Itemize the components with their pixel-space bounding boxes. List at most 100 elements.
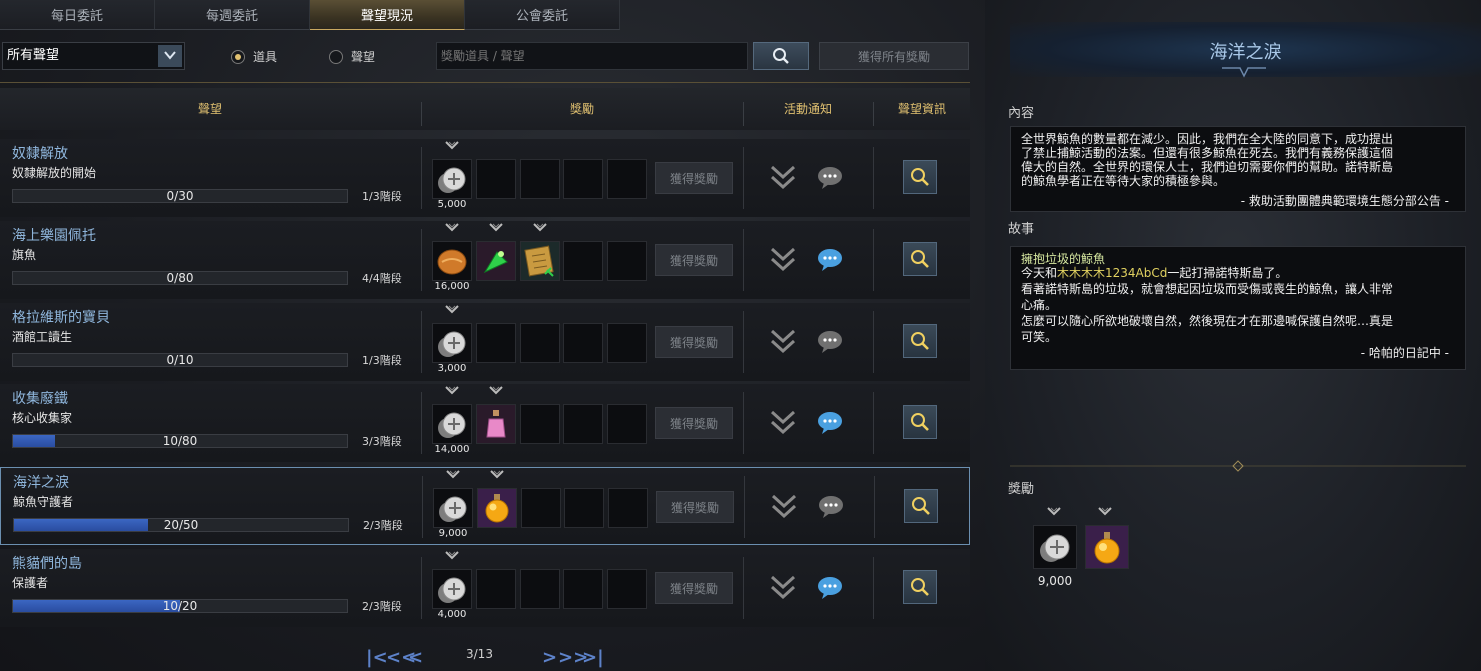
reward-slot[interactable] — [607, 241, 647, 281]
reward-slot[interactable] — [432, 141, 472, 199]
tab-weekly[interactable]: 每週委託 — [155, 0, 310, 30]
story-label: 故事 — [1008, 222, 1035, 237]
reward-slot[interactable] — [476, 323, 516, 363]
tab-bar: 每日委託 每週委託 聲望現況 公會委託 — [0, 0, 620, 30]
notify-chevron-icon[interactable] — [770, 573, 796, 603]
reward-slot[interactable] — [521, 488, 561, 528]
chat-bubble-icon[interactable] — [816, 328, 844, 354]
reputation-row[interactable]: 格拉維斯的寶貝 酒館工讀生 0/10 1/3階段 3,000 獲得獎勵 — [0, 303, 970, 381]
divider — [873, 102, 874, 126]
reward-slot[interactable] — [432, 386, 472, 444]
claim-reward-button[interactable]: 獲得獎勵 — [655, 572, 733, 604]
story-line: 今天和木木木木1234AbCd一起打掃諾特斯島了。 — [1021, 266, 1459, 280]
progress-text: 20/50 — [163, 518, 199, 532]
next-page-icon[interactable]: > — [542, 647, 557, 668]
reward-slot[interactable] — [477, 470, 517, 528]
silver-coin-icon — [1040, 534, 1070, 562]
reputation-info-button[interactable] — [903, 405, 937, 439]
chevron-down-icon — [445, 222, 459, 237]
reward-slot[interactable] — [520, 569, 560, 609]
reward-slot[interactable] — [564, 488, 604, 528]
reputation-info-button[interactable] — [904, 489, 938, 523]
reward-slot[interactable] — [432, 223, 472, 281]
divider — [421, 557, 422, 619]
chat-bubble-icon[interactable] — [816, 164, 844, 190]
reputation-row[interactable]: 海上樂園佩托 旗魚 0/80 4/4階段 16,000 獲得獎勵 — [0, 221, 970, 299]
radio-items[interactable]: 道具 — [231, 48, 277, 65]
progress-text: 0/80 — [166, 271, 194, 285]
claim-reward-button[interactable]: 獲得獎勵 — [655, 407, 733, 439]
claim-reward-button[interactable]: 獲得獎勵 — [655, 162, 733, 194]
reputation-info-button[interactable] — [903, 324, 937, 358]
notify-chevron-icon[interactable] — [770, 408, 796, 438]
claim-reward-button[interactable]: 獲得獎勵 — [655, 326, 733, 358]
story-line: 怎麼可以隨心所欲地破壞自然，然後現在才在那邊喊保護自然呢…真是 — [1021, 314, 1394, 328]
reward-slot[interactable] — [607, 323, 647, 363]
reward-slot[interactable] — [520, 404, 560, 444]
reputation-info-button[interactable] — [903, 160, 937, 194]
reward-slot[interactable] — [607, 569, 647, 609]
reward-slot[interactable] — [608, 488, 648, 528]
last-page-icon[interactable]: >| — [582, 647, 604, 668]
reward-slot[interactable] — [607, 404, 647, 444]
divider — [873, 311, 874, 373]
notify-chevron-icon[interactable] — [771, 492, 797, 522]
progress-text: 10/20 — [162, 599, 198, 613]
reward-slot[interactable] — [520, 323, 560, 363]
divider — [743, 229, 744, 291]
notify-chevron-icon[interactable] — [770, 163, 796, 193]
reputation-title: 海洋之淚 — [13, 475, 69, 491]
reward-slot[interactable] — [432, 305, 472, 363]
reputation-row[interactable]: 收集廢鐵 核心收集家 10/80 3/3階段 14,000 獲得獎勵 — [0, 384, 970, 462]
reputation-select[interactable]: 所有聲望 — [2, 42, 185, 70]
reward-slot[interactable] — [520, 159, 560, 199]
chevron-down-icon — [1098, 506, 1112, 521]
reward-slot[interactable] — [476, 386, 516, 444]
reward-slot[interactable] — [563, 323, 603, 363]
reputation-row[interactable]: 熊貓們的島 保護者 10/20 2/3階段 4,000 獲得獎勵 — [0, 549, 970, 627]
reward-slot[interactable] — [476, 223, 516, 281]
reward-slot[interactable] — [433, 470, 473, 528]
tab-reputation[interactable]: 聲望現況 — [310, 0, 465, 30]
header-activity-notice: 活動通知 — [783, 102, 832, 116]
detail-title: 海洋之淚 — [1209, 42, 1282, 63]
silver-coin-icon — [438, 412, 466, 438]
reward-slot[interactable] — [432, 551, 472, 609]
chevron-down-icon[interactable] — [158, 45, 182, 67]
reward-slot[interactable] — [563, 159, 603, 199]
prev-page-icon[interactable]: < — [408, 647, 423, 668]
reputation-row[interactable]: 奴隸解放 奴隸解放的開始 0/30 1/3階段 5,000 獲得獎勵 — [0, 139, 970, 217]
notify-chevron-icon[interactable] — [770, 245, 796, 275]
tab-daily[interactable]: 每日委託 — [0, 0, 155, 30]
pink-potion-icon — [486, 410, 506, 438]
tab-guild[interactable]: 公會委託 — [465, 0, 620, 30]
reward-slot[interactable] — [520, 223, 560, 281]
reward-slot[interactable] — [563, 569, 603, 609]
reputation-info-button[interactable] — [903, 570, 937, 604]
chevron-down-icon — [446, 469, 460, 484]
chat-bubble-icon[interactable] — [817, 493, 845, 519]
chat-bubble-icon[interactable] — [816, 246, 844, 272]
reward-slot[interactable] — [563, 241, 603, 281]
reputation-info-button[interactable] — [903, 242, 937, 276]
story-line: 可笑。 — [1021, 330, 1058, 344]
reward-slot[interactable] — [476, 569, 516, 609]
search-input[interactable] — [436, 42, 748, 70]
reward-slot[interactable] — [1085, 525, 1129, 569]
search-button[interactable] — [753, 42, 809, 70]
chat-bubble-icon[interactable] — [816, 574, 844, 600]
first-page-icon[interactable]: |< — [366, 647, 388, 668]
claim-all-button[interactable]: 獲得所有獎勵 — [819, 42, 969, 70]
notify-chevron-icon[interactable] — [770, 327, 796, 357]
reward-slot[interactable] — [476, 159, 516, 199]
pagination: |< << < 3/13 > >> >| — [0, 640, 970, 671]
content-line: 全世界鯨魚的數量都在減少。因此，我們在全大陸的同意下，成功提出 — [1021, 132, 1394, 146]
claim-reward-button[interactable]: 獲得獎勵 — [656, 491, 734, 523]
claim-reward-button[interactable]: 獲得獎勵 — [655, 244, 733, 276]
reward-slot[interactable] — [1033, 525, 1077, 569]
reward-slot[interactable] — [563, 404, 603, 444]
reputation-row[interactable]: 海洋之淚 鯨魚守護者 20/50 2/3階段 9,000 獲得獎勵 — [0, 467, 970, 545]
radio-reputation[interactable]: 聲望 — [329, 48, 375, 65]
reward-slot[interactable] — [607, 159, 647, 199]
chat-bubble-icon[interactable] — [816, 409, 844, 435]
